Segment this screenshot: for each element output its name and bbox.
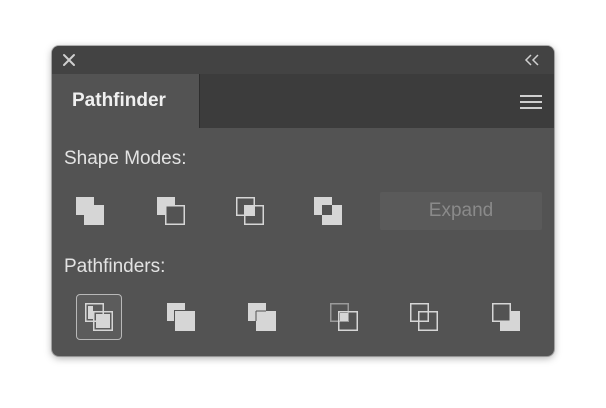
exclude-icon	[314, 197, 342, 225]
pathfinders-label: Pathfinders:	[64, 256, 166, 277]
expand-button[interactable]: Expand	[380, 192, 542, 230]
exclude-button[interactable]	[305, 188, 351, 234]
minus-front-icon	[157, 197, 185, 225]
intersect-button[interactable]	[227, 188, 273, 234]
crop-button[interactable]	[321, 294, 367, 340]
unite-icon	[76, 197, 104, 225]
intersect-icon	[236, 197, 264, 225]
divide-button[interactable]	[76, 294, 122, 340]
minus-front-button[interactable]	[148, 188, 194, 234]
panel-tabbar: Pathfinder	[52, 74, 554, 128]
merge-button[interactable]	[239, 294, 285, 340]
minus-back-icon	[492, 303, 520, 331]
panel-titlebar	[52, 46, 554, 74]
outline-button[interactable]	[401, 294, 447, 340]
shape-modes-label: Shape Modes:	[64, 148, 187, 169]
minus-back-button[interactable]	[483, 294, 529, 340]
outline-icon	[410, 303, 438, 331]
trim-icon	[167, 303, 195, 331]
merge-icon	[248, 303, 276, 331]
hamburger-menu-icon[interactable]	[520, 94, 542, 110]
pathfinder-panel: Pathfinder Shape Modes: Expand Pathfinde…	[52, 46, 554, 356]
close-icon[interactable]	[62, 53, 76, 67]
crop-icon	[330, 303, 358, 331]
divide-icon	[85, 303, 113, 331]
unite-button[interactable]	[67, 188, 113, 234]
tab-pathfinder[interactable]: Pathfinder	[52, 74, 200, 128]
double-chevron-left-icon[interactable]	[524, 54, 540, 66]
trim-button[interactable]	[158, 294, 204, 340]
